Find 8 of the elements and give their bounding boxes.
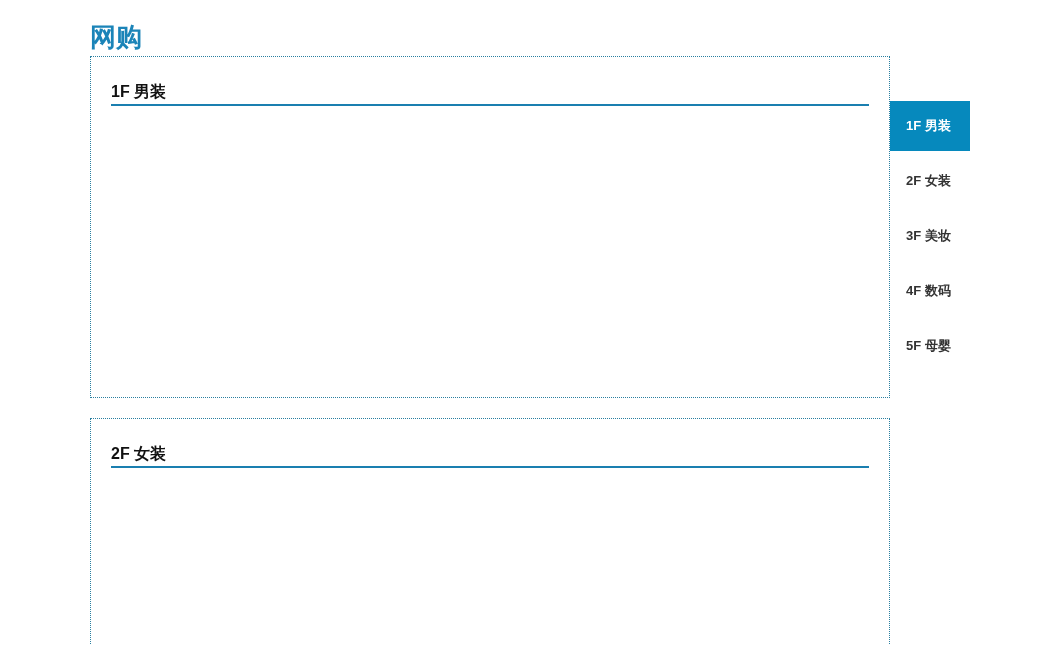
section-heading: 2F 女装	[111, 443, 869, 468]
page-title: 网购	[90, 21, 142, 54]
section-heading: 1F 男装	[111, 81, 869, 106]
floor-nav-item[interactable]: 1F 男装	[890, 101, 970, 151]
floor-nav-item[interactable]: 5F 母婴	[890, 321, 970, 371]
floor-nav-item[interactable]: 3F 美妆	[890, 211, 970, 261]
floor-nav-item[interactable]: 4F 数码	[890, 266, 970, 316]
floor-nav-item[interactable]: 2F 女装	[890, 156, 970, 206]
